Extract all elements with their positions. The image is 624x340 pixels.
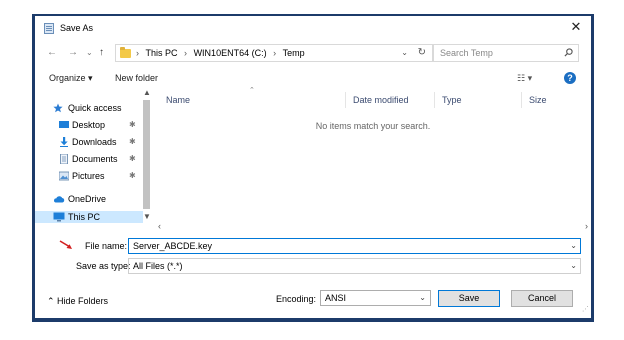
- breadcrumb-temp[interactable]: Temp: [283, 48, 305, 58]
- sidebar-item-label: Desktop: [72, 120, 106, 130]
- encoding-select[interactable]: ANSI ⌄: [320, 290, 431, 306]
- cancel-button[interactable]: Cancel: [511, 290, 573, 307]
- column-divider[interactable]: [521, 92, 522, 108]
- save-button[interactable]: Save: [438, 290, 500, 307]
- star-icon: [53, 103, 63, 113]
- dialog-footer: ⌃ Hide Folders Encoding: ANSI ⌄ Save Can…: [35, 284, 591, 314]
- address-bar[interactable]: › This PC › WIN10ENT64 (C:) › Temp ⌄ ↻: [115, 44, 433, 62]
- column-header-label: Name: [166, 95, 191, 105]
- save-as-dialog: Save As ✕ ← → ⌄ ↑ › This PC › WIN10ENT64…: [35, 16, 591, 318]
- pictures-icon: [59, 171, 69, 181]
- sidebar-item-label: Pictures: [72, 171, 105, 181]
- scroll-left-icon[interactable]: ‹: [158, 221, 161, 231]
- resize-grip-icon[interactable]: ⋰: [582, 305, 589, 313]
- breadcrumb-this-pc[interactable]: This PC: [146, 48, 178, 58]
- pin-icon[interactable]: ✱: [129, 154, 136, 163]
- desktop-icon: [59, 121, 69, 128]
- sidebar-item-pictures[interactable]: Pictures ✱: [35, 168, 143, 185]
- file-list: Name ⌃ Date modified Type Size No items …: [155, 87, 591, 221]
- recent-locations-button[interactable]: ⌄: [86, 47, 93, 59]
- column-header-date-modified[interactable]: Date modified: [353, 95, 409, 105]
- file-name-label: File name:: [85, 241, 128, 251]
- sidebar-item-desktop[interactable]: Desktop ✱: [35, 117, 143, 134]
- red-arrow-annotation: [59, 240, 72, 249]
- sidebar-item-label: This PC: [68, 212, 101, 222]
- organize-button[interactable]: Organize ▾: [49, 73, 93, 84]
- empty-message: No items match your search.: [315, 121, 431, 131]
- help-icon[interactable]: ?: [564, 72, 576, 84]
- chevron-down-icon[interactable]: ⌄: [570, 241, 577, 250]
- change-view-button[interactable]: ☷ ▾: [517, 73, 532, 84]
- save-as-type-label: Save as type:: [76, 261, 131, 271]
- column-header-size[interactable]: Size: [529, 95, 547, 105]
- pin-icon[interactable]: ✱: [129, 137, 136, 146]
- search-input[interactable]: Search Temp: [440, 48, 493, 58]
- save-as-type-select[interactable]: All Files (*.*) ⌄: [128, 258, 581, 274]
- hide-folders-button[interactable]: ⌃ Hide Folders: [47, 296, 108, 307]
- scroll-up-icon[interactable]: ▲: [143, 88, 151, 97]
- save-as-dialog-frame: Save As ✕ ← → ⌄ ↑ › This PC › WIN10ENT64…: [32, 14, 594, 322]
- sidebar-item-label: Quick access: [68, 103, 122, 113]
- chevron-down-icon[interactable]: ⌄: [419, 293, 426, 302]
- new-folder-button[interactable]: New folder: [115, 73, 158, 83]
- sidebar-item-documents[interactable]: Documents ✱: [35, 151, 143, 168]
- scroll-right-icon[interactable]: ›: [585, 221, 588, 231]
- navigation-pane-scrollbar[interactable]: ▲ ▼: [141, 88, 152, 221]
- breadcrumb: › This PC › WIN10ENT64 (C:) › Temp: [136, 48, 309, 58]
- search-box[interactable]: Search Temp: [433, 44, 579, 62]
- chevron-down-icon[interactable]: ⌄: [570, 261, 577, 270]
- folder-icon: [120, 47, 131, 58]
- search-icon[interactable]: [564, 48, 573, 57]
- file-name-field[interactable]: Server_ABCDE.key ⌄: [128, 238, 581, 254]
- column-divider[interactable]: [434, 92, 435, 108]
- sidebar-item-label: Downloads: [72, 137, 117, 147]
- pin-icon[interactable]: ✱: [129, 120, 136, 129]
- breadcrumb-drive[interactable]: WIN10ENT64 (C:): [194, 48, 267, 58]
- save-as-type-row: Save as type: All Files (*.*) ⌄: [35, 258, 591, 274]
- sidebar-item-label: OneDrive: [68, 194, 107, 204]
- sidebar-item-quick-access[interactable]: Quick access: [35, 100, 143, 117]
- column-divider[interactable]: [345, 92, 346, 108]
- sort-caret-icon: ⌃: [249, 87, 255, 94]
- back-button[interactable]: ←: [47, 47, 57, 59]
- file-name-input[interactable]: Server_ABCDE.key: [133, 241, 212, 251]
- download-icon: [60, 137, 68, 147]
- pin-icon[interactable]: ✱: [129, 171, 136, 180]
- command-bar: Organize ▾ New folder ☷ ▾ ?: [35, 70, 591, 88]
- sidebar-item-onedrive[interactable]: OneDrive: [35, 191, 143, 208]
- column-header-name[interactable]: Name: [166, 95, 190, 105]
- column-header-type[interactable]: Type: [442, 95, 462, 105]
- breadcrumb-separator: ›: [273, 48, 277, 58]
- save-as-type-value: All Files (*.*): [133, 261, 183, 271]
- file-list-horizontal-scrollbar[interactable]: ‹ ›: [155, 220, 591, 233]
- sidebar-item-this-pc[interactable]: This PC: [35, 211, 143, 223]
- computer-icon: [53, 212, 65, 222]
- forward-button[interactable]: →: [68, 47, 78, 59]
- notepad-icon: [44, 23, 54, 34]
- navigation-bar: ← → ⌄ ↑ › This PC › WIN10ENT64 (C:) › Te…: [35, 44, 591, 64]
- file-name-row: File name: Server_ABCDE.key ⌄: [35, 238, 591, 254]
- up-button[interactable]: ↑: [99, 47, 104, 59]
- scroll-down-icon[interactable]: ▼: [143, 212, 151, 221]
- scrollbar-thumb[interactable]: [143, 100, 150, 209]
- close-button[interactable]: ✕: [569, 20, 583, 34]
- title-bar[interactable]: Save As ✕: [35, 16, 591, 40]
- refresh-button[interactable]: ↻: [418, 47, 426, 58]
- breadcrumb-separator: ›: [184, 48, 188, 58]
- documents-icon: [60, 154, 68, 164]
- encoding-value: ANSI: [325, 293, 347, 303]
- sidebar-item-label: Documents: [72, 154, 118, 164]
- encoding-label: Encoding:: [276, 294, 317, 304]
- sidebar-item-downloads[interactable]: Downloads ✱: [35, 134, 143, 151]
- window-title: Save As: [60, 23, 94, 33]
- cloud-icon: [54, 196, 65, 203]
- address-dropdown-button[interactable]: ⌄: [401, 48, 408, 57]
- navigation-pane: Quick access Desktop ✱ Downloads ✱ Docum…: [35, 88, 155, 223]
- breadcrumb-separator: ›: [136, 48, 139, 58]
